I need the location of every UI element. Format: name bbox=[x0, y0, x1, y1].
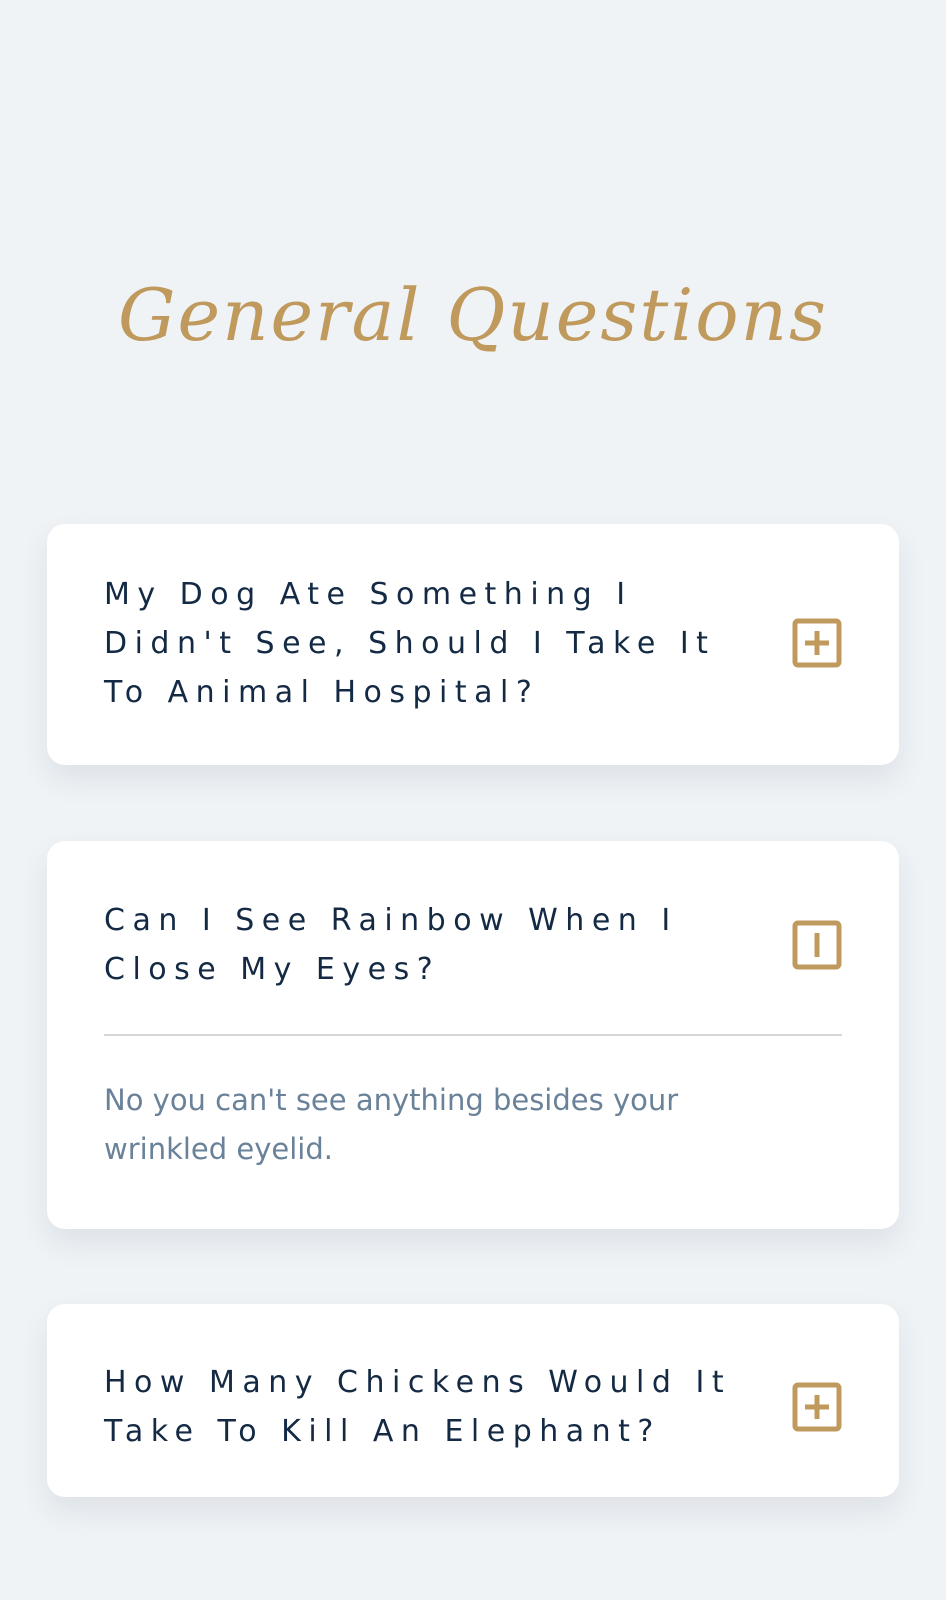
plus-square-icon[interactable] bbox=[792, 618, 842, 668]
faq-item: My Dog Ate Something I Didn't See, Shoul… bbox=[47, 524, 899, 765]
faq-item: How Many Chickens Would It Take To Kill … bbox=[47, 1304, 899, 1497]
faq-question-toggle[interactable]: My Dog Ate Something I Didn't See, Shoul… bbox=[104, 577, 842, 710]
faq-question-toggle[interactable]: How Many Chickens Would It Take To Kill … bbox=[104, 1360, 842, 1454]
faq-item: Can I See Rainbow When I Close My Eyes? … bbox=[47, 841, 899, 1229]
faq-question: My Dog Ate Something I Didn't See, Shoul… bbox=[104, 576, 716, 710]
minus-square-icon[interactable] bbox=[792, 920, 842, 970]
faq-divider bbox=[104, 1034, 842, 1036]
faq-question: How Many Chickens Would It Take To Kill … bbox=[104, 1365, 732, 1449]
plus-square-icon[interactable] bbox=[792, 1382, 842, 1432]
faq-question-toggle[interactable]: Can I See Rainbow When I Close My Eyes? bbox=[104, 898, 842, 992]
page-title: General Questions bbox=[118, 273, 828, 357]
faq-answer: No you can't see anything besides your w… bbox=[104, 1083, 679, 1166]
faq-question: Can I See Rainbow When I Close My Eyes? bbox=[104, 903, 678, 987]
